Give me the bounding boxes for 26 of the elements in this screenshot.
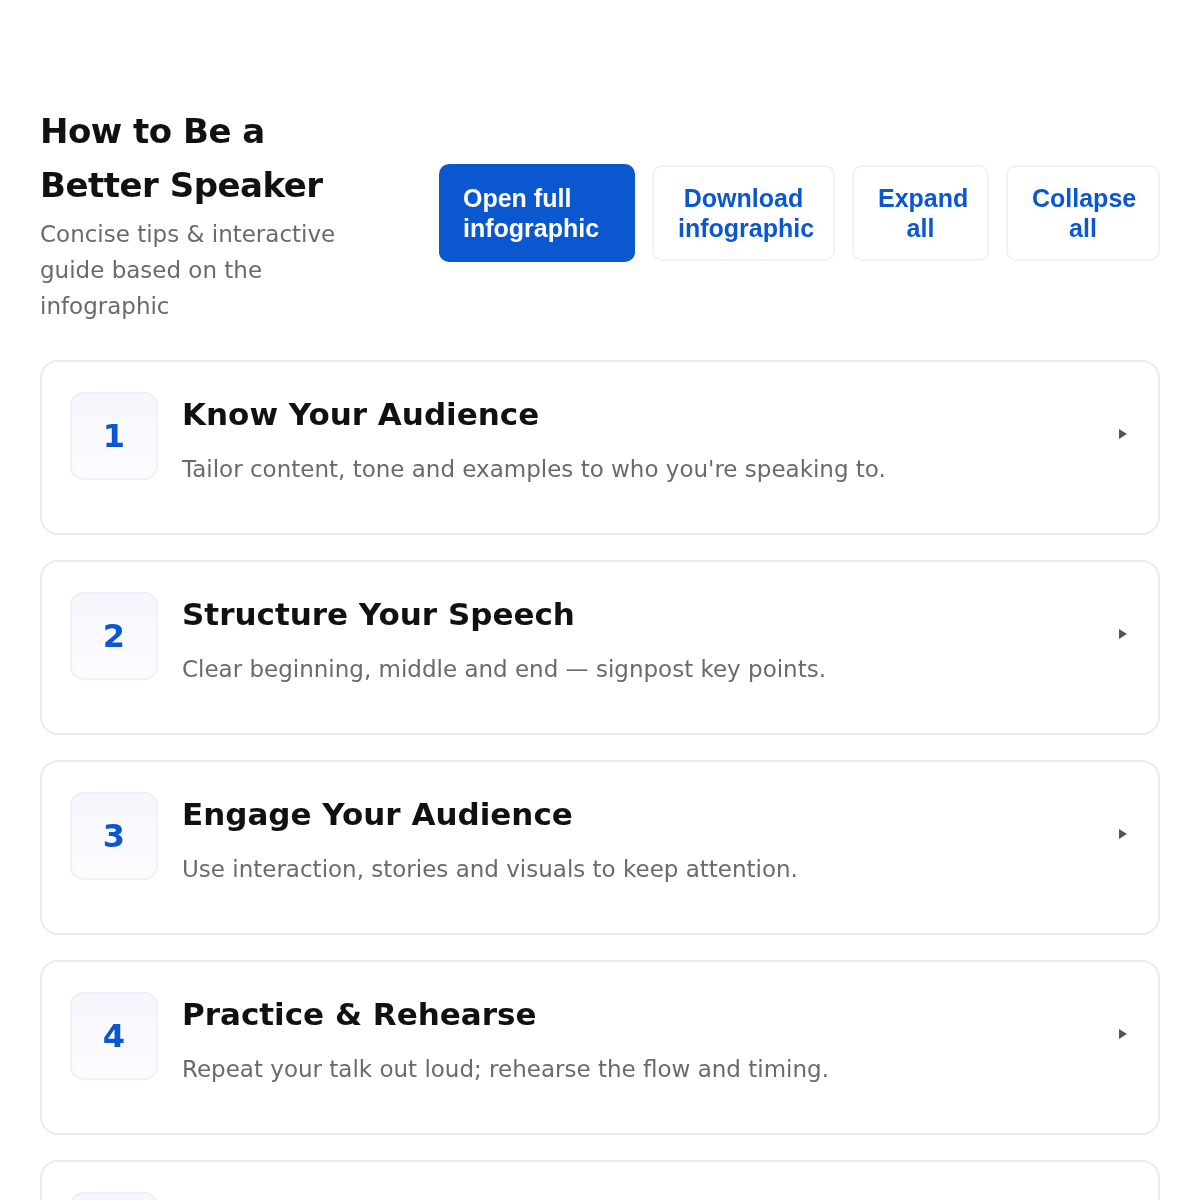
page-subtitle: Concise tips & interactive guide based on the infographic xyxy=(40,220,337,321)
tip-description: Repeat your talk out loud; rehearse the flow and timing. xyxy=(182,1055,830,1084)
tip-title: Practice & Rehearse xyxy=(182,995,538,1034)
tip-title: Know Your Audience xyxy=(182,395,541,434)
caret-right-icon[interactable] xyxy=(1118,829,1128,839)
page-title: How to Be a Better Speaker xyxy=(40,110,324,207)
tip-description: Clear beginning, middle and end — signpost key points. xyxy=(182,655,827,684)
tip-description: Tailor content, tone and examples to who you're speaking to. xyxy=(182,455,887,484)
number-badge: 4 xyxy=(70,992,158,1080)
number-badge: 3 xyxy=(70,792,158,880)
tip-title: Structure Your Speech xyxy=(182,595,576,634)
caret-right-icon[interactable] xyxy=(1118,429,1128,439)
caret-right-icon[interactable] xyxy=(1118,1029,1128,1039)
action-button[interactable]: Collapse all xyxy=(1006,165,1160,261)
number-badge: 2 xyxy=(70,592,158,680)
tip-title: Engage Your Audience xyxy=(182,795,574,834)
tip-card[interactable]: 4 Practice & Rehearse Repeat your talk out loud; rehearse the flow and timing. xyxy=(40,960,1160,1135)
number-badge: 1 xyxy=(70,392,158,480)
tip-card[interactable]: 3 Engage Your Audience Use interaction, stories and visuals to keep attention. xyxy=(40,760,1160,935)
caret-right-icon[interactable] xyxy=(1118,629,1128,639)
primary-button[interactable]: Open full infographic xyxy=(439,164,635,262)
tip-card[interactable]: 2 Structure Your Speech Clear beginning, middle and end — signpost key points. xyxy=(40,560,1160,735)
tip-card[interactable]: 1 Know Your Audience Tailor content, tone and examples to who you're speaking to. xyxy=(40,360,1160,535)
tip-description: Use interaction, stories and visuals to keep attention. xyxy=(182,855,799,884)
action-button[interactable]: Download infographic xyxy=(652,165,835,261)
action-button[interactable]: Expand all xyxy=(852,165,989,261)
